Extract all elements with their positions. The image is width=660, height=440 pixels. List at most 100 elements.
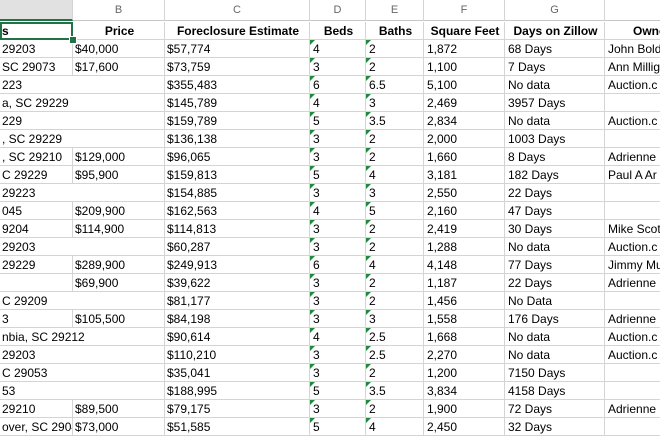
table-cell[interactable]: 3 <box>310 310 366 328</box>
table-cell[interactable]: 2,469 <box>424 94 505 112</box>
column-letter-f[interactable]: F <box>424 0 505 21</box>
table-cell[interactable]: 29223 <box>0 184 73 202</box>
table-cell[interactable]: 229 <box>0 112 73 130</box>
header-cell[interactable]: Baths <box>366 22 424 40</box>
table-cell[interactable]: 4158 Days <box>505 382 605 400</box>
table-cell[interactable]: , SC 29229 <box>0 130 73 148</box>
table-cell[interactable]: John Bold <box>605 40 660 58</box>
table-cell[interactable]: 3 <box>366 184 424 202</box>
table-cell[interactable]: $136,138 <box>165 130 310 148</box>
table-cell[interactable]: Adrienne <box>605 400 660 418</box>
table-cell[interactable]: 2,000 <box>424 130 505 148</box>
table-cell[interactable]: No data <box>505 328 605 346</box>
header-cell[interactable]: Price <box>73 22 165 40</box>
table-cell[interactable]: C 29053 <box>0 364 73 382</box>
table-cell[interactable]: 3 <box>0 310 73 328</box>
table-cell[interactable]: 9204 <box>0 220 73 238</box>
table-cell[interactable]: 5 <box>310 382 366 400</box>
table-cell[interactable]: Jimmy Mu <box>605 256 660 274</box>
table-cell[interactable]: 4 <box>366 256 424 274</box>
table-cell[interactable]: $154,885 <box>165 184 310 202</box>
table-cell[interactable]: 3 <box>366 310 424 328</box>
header-cell[interactable]: Owne <box>605 22 660 40</box>
table-cell[interactable]: 32 Days <box>505 418 605 436</box>
table-cell[interactable] <box>605 364 660 382</box>
table-cell[interactable]: 3 <box>310 346 366 364</box>
table-cell[interactable]: 1,660 <box>424 148 505 166</box>
table-cell[interactable]: 3 <box>310 292 366 310</box>
table-cell[interactable]: $355,483 <box>165 76 310 94</box>
table-cell[interactable]: 72 Days <box>505 400 605 418</box>
table-cell[interactable]: 182 Days <box>505 166 605 184</box>
column-letter-edge-0[interactable] <box>0 0 73 21</box>
table-cell[interactable]: 29203 <box>0 238 73 256</box>
table-cell[interactable] <box>605 202 660 220</box>
table-cell[interactable]: 2 <box>366 148 424 166</box>
table-cell[interactable]: 5 <box>310 112 366 130</box>
table-cell[interactable]: 1,900 <box>424 400 505 418</box>
table-cell[interactable]: 1003 Days <box>505 130 605 148</box>
table-cell[interactable]: 2,550 <box>424 184 505 202</box>
table-cell[interactable]: Adrienne <box>605 148 660 166</box>
table-cell[interactable]: Auction.c <box>605 346 660 364</box>
table-cell[interactable]: $159,813 <box>165 166 310 184</box>
table-cell[interactable]: Auction.c <box>605 112 660 130</box>
table-cell[interactable]: 4 <box>310 94 366 112</box>
table-cell[interactable]: $89,500 <box>73 400 165 418</box>
table-cell[interactable]: 5 <box>310 418 366 436</box>
header-cell[interactable]: Beds <box>310 22 366 40</box>
table-cell[interactable]: 3 <box>310 364 366 382</box>
table-cell[interactable]: 1,558 <box>424 310 505 328</box>
table-cell[interactable]: 3 <box>310 130 366 148</box>
table-cell[interactable]: over, SC 2904 <box>0 418 73 436</box>
table-cell[interactable]: 2 <box>366 40 424 58</box>
table-cell[interactable]: 3,181 <box>424 166 505 184</box>
table-cell[interactable]: 5 <box>310 166 366 184</box>
table-cell[interactable]: 53 <box>0 382 73 400</box>
table-cell[interactable]: $95,900 <box>73 166 165 184</box>
table-cell[interactable]: 29210 <box>0 400 73 418</box>
table-cell[interactable]: 22 Days <box>505 274 605 292</box>
table-cell[interactable]: 8 Days <box>505 148 605 166</box>
table-cell[interactable]: Paul A Ar <box>605 166 660 184</box>
table-cell[interactable]: 5 <box>366 202 424 220</box>
table-cell[interactable]: $73,000 <box>73 418 165 436</box>
table-cell[interactable] <box>73 94 165 112</box>
table-cell[interactable]: 7 Days <box>505 58 605 76</box>
table-cell[interactable]: $110,210 <box>165 346 310 364</box>
table-cell[interactable] <box>73 328 165 346</box>
table-cell[interactable]: 5,100 <box>424 76 505 94</box>
table-cell[interactable]: 6 <box>310 76 366 94</box>
table-cell[interactable]: 2,834 <box>424 112 505 130</box>
table-cell[interactable]: $17,600 <box>73 58 165 76</box>
column-letter-d[interactable]: D <box>310 0 366 21</box>
table-cell[interactable]: 1,288 <box>424 238 505 256</box>
table-cell[interactable]: $73,759 <box>165 58 310 76</box>
table-cell[interactable]: No data <box>505 238 605 256</box>
table-cell[interactable]: Auction.c <box>605 76 660 94</box>
table-cell[interactable]: 29203 <box>0 40 73 58</box>
header-cell[interactable]: Foreclosure Estimate <box>165 22 310 40</box>
table-cell[interactable]: 3 <box>310 184 366 202</box>
table-cell[interactable] <box>73 346 165 364</box>
table-cell[interactable]: 2 <box>366 364 424 382</box>
table-cell[interactable]: 2 <box>366 130 424 148</box>
table-cell[interactable]: $114,813 <box>165 220 310 238</box>
table-cell[interactable]: 1,187 <box>424 274 505 292</box>
table-cell[interactable]: a, SC 29229 <box>0 94 73 112</box>
table-cell[interactable]: Mike Scot <box>605 220 660 238</box>
table-cell[interactable] <box>73 130 165 148</box>
table-cell[interactable]: 68 Days <box>505 40 605 58</box>
table-cell[interactable] <box>73 112 165 130</box>
table-cell[interactable]: 2 <box>366 292 424 310</box>
table-cell[interactable] <box>605 94 660 112</box>
table-cell[interactable]: No data <box>505 112 605 130</box>
table-cell[interactable]: $209,900 <box>73 202 165 220</box>
table-cell[interactable]: Auction.c <box>605 238 660 256</box>
table-cell[interactable]: nbia, SC 29212 <box>0 328 85 346</box>
table-cell[interactable]: 1,668 <box>424 328 505 346</box>
column-letter-b[interactable]: B <box>73 0 165 21</box>
table-cell[interactable]: 1,100 <box>424 58 505 76</box>
table-cell[interactable]: 22 Days <box>505 184 605 202</box>
table-cell[interactable]: $162,563 <box>165 202 310 220</box>
